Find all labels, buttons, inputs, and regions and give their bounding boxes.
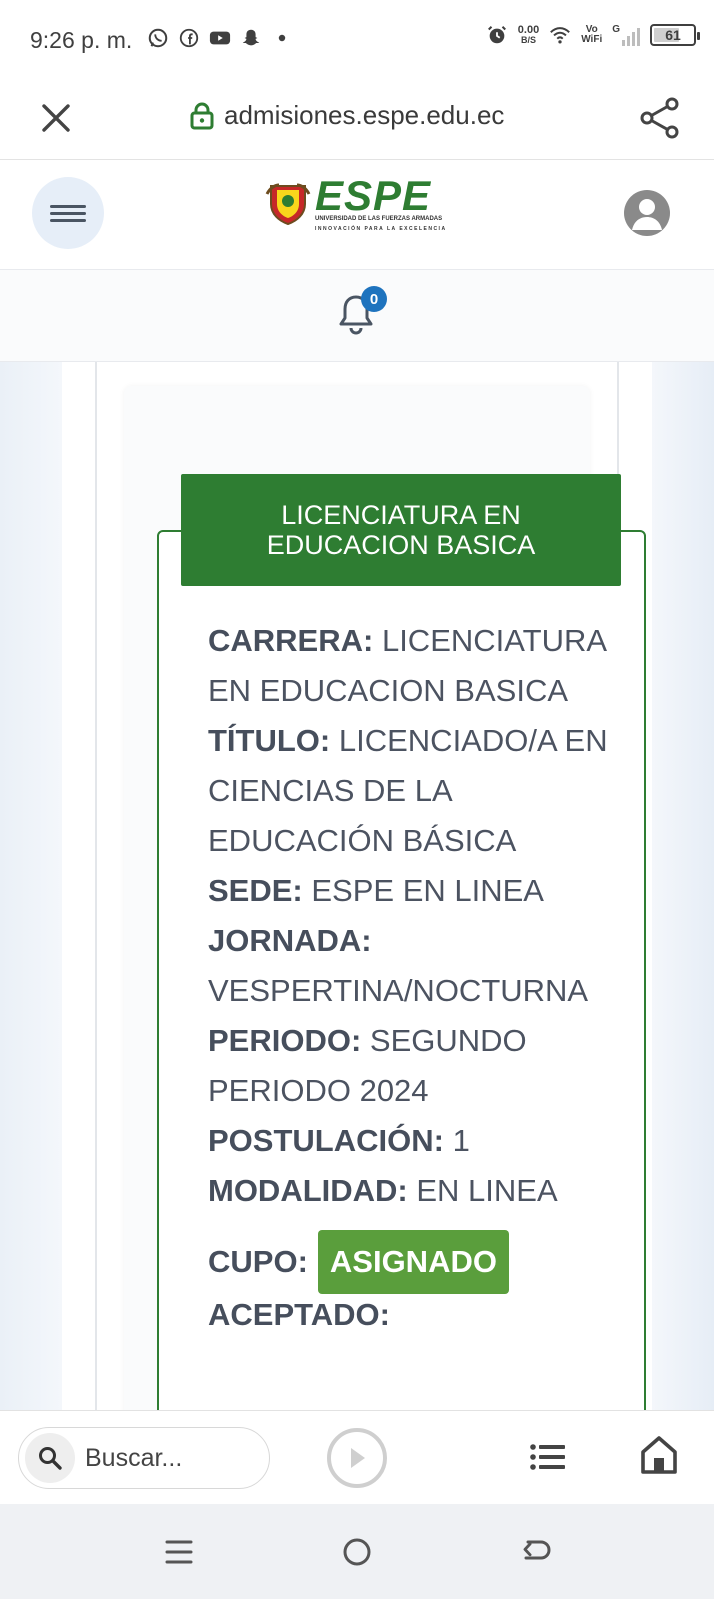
play-button[interactable]	[327, 1428, 387, 1488]
share-icon[interactable]	[638, 96, 682, 140]
espe-logo[interactable]: ESPE UNIVERSIDAD DE LAS FUERZAS ARMADAS …	[265, 172, 455, 238]
logo-subtitle: UNIVERSIDAD DE LAS FUERZAS ARMADAS	[315, 216, 443, 222]
field-titulo: TÍTULO: LICENCIADO/A EN CIENCIAS DE LA E…	[208, 723, 608, 858]
back-icon[interactable]	[516, 1532, 556, 1572]
alarm-icon	[487, 26, 506, 44]
signal-icon: G	[612, 24, 640, 46]
main-content: LICENCIATURA EN EDUCACION BASICA CARRERA…	[0, 362, 714, 1410]
search-input[interactable]: Buscar...	[18, 1427, 270, 1489]
status-time: 9:26 p. m.	[30, 27, 133, 53]
career-details: CARRERA: LICENCIATURA EN EDUCACION BASIC…	[208, 616, 618, 1340]
notification-bar: 0	[0, 270, 714, 362]
field-cupo: CUPO: ASIGNADO	[208, 1230, 618, 1294]
field-jornada: JORNADA: VESPERTINA/NOCTURNA	[208, 923, 589, 1008]
facebook-icon	[179, 28, 199, 48]
field-periodo: PERIODO: SEGUNDO PERIODO 2024	[208, 1023, 527, 1108]
search-placeholder: Buscar...	[85, 1443, 183, 1472]
wifi-icon	[550, 27, 571, 44]
url-text: admisiones.espe.edu.ec	[224, 100, 505, 130]
dot-icon	[278, 34, 286, 42]
field-modalidad: MODALIDAD: EN LINEA	[208, 1173, 558, 1208]
cupo-status-badge: ASIGNADO	[317, 1230, 509, 1294]
whatsapp-icon	[148, 28, 168, 48]
close-icon[interactable]	[36, 98, 76, 138]
field-sede: SEDE: ESPE EN LINEA	[208, 873, 544, 908]
crest-icon	[265, 183, 311, 226]
field-postulacion: POSTULACIÓN: 1	[208, 1123, 470, 1158]
battery-icon: 61	[650, 24, 700, 46]
notification-badge: 0	[361, 286, 387, 312]
browser-toolbar: Buscar...	[0, 1410, 714, 1504]
logo-text: ESPE	[315, 172, 432, 219]
recent-apps-icon[interactable]	[159, 1532, 199, 1572]
field-carrera: CARRERA: LICENCIATURA EN EDUCACION BASIC…	[208, 623, 606, 708]
logo-tagline: INNOVACIÓN PARA LA EXCELENCIA	[315, 226, 447, 232]
user-icon	[632, 199, 662, 230]
home-icon[interactable]	[640, 1435, 678, 1475]
search-icon	[39, 1447, 62, 1470]
hamburger-icon	[50, 201, 86, 226]
user-avatar-button[interactable]	[624, 190, 670, 236]
field-aceptado: ACEPTADO:	[208, 1297, 390, 1332]
browser-bar: admisiones.espe.edu.ec	[0, 78, 714, 160]
youtube-icon	[209, 31, 231, 45]
system-nav-bar	[0, 1504, 714, 1599]
snapchat-icon	[242, 29, 260, 46]
career-header: LICENCIATURA EN EDUCACION BASICA	[181, 474, 621, 586]
lock-icon	[190, 102, 214, 129]
url-bar[interactable]: admisiones.espe.edu.ec	[190, 100, 504, 131]
site-header: ESPE UNIVERSIDAD DE LAS FUERZAS ARMADAS …	[0, 160, 714, 270]
status-bar: 9:26 p. m. 0.00 B/S Vo WiFi G 61	[0, 0, 714, 78]
menu-button[interactable]	[32, 177, 104, 249]
home-nav-icon[interactable]	[337, 1532, 377, 1572]
play-icon	[351, 1448, 365, 1468]
list-icon[interactable]	[528, 1439, 568, 1475]
